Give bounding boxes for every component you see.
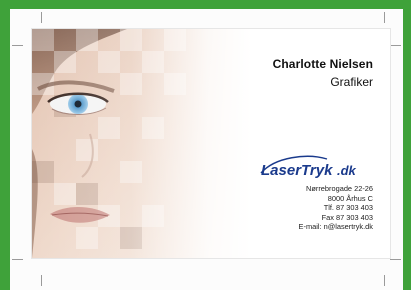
address-city: 8000 Århus C: [327, 193, 373, 203]
email-address: E-mail: n@lasertryk.dk: [298, 222, 373, 232]
svg-text:LaserTryk: LaserTryk: [261, 162, 333, 179]
crop-mark: [12, 45, 23, 46]
business-card: Charlotte Nielsen Grafiker LaserTryk .dk…: [32, 29, 390, 258]
crop-mark: [390, 259, 401, 260]
fax-number: Fax 87 303 403: [321, 212, 373, 222]
crop-mark: [384, 12, 385, 23]
address-street: Nørrebrogade 22-26: [306, 184, 373, 193]
phone-number: Tlf. 87 303 403: [323, 203, 373, 213]
crop-mark: [12, 259, 23, 260]
crop-mark: [384, 275, 385, 286]
face-photo: [32, 29, 252, 258]
contact-address: Nørrebrogade 22-26 8000 Århus C Tlf. 87 …: [299, 184, 373, 232]
job-title: Grafiker: [330, 75, 373, 89]
crop-mark: [41, 275, 42, 286]
svg-text:.dk: .dk: [337, 163, 357, 178]
crop-mark: [390, 45, 401, 46]
crop-mark: [41, 12, 42, 23]
contact-name: Charlotte Nielsen: [272, 57, 373, 71]
lasertryk-logo: LaserTryk .dk: [260, 155, 357, 179]
